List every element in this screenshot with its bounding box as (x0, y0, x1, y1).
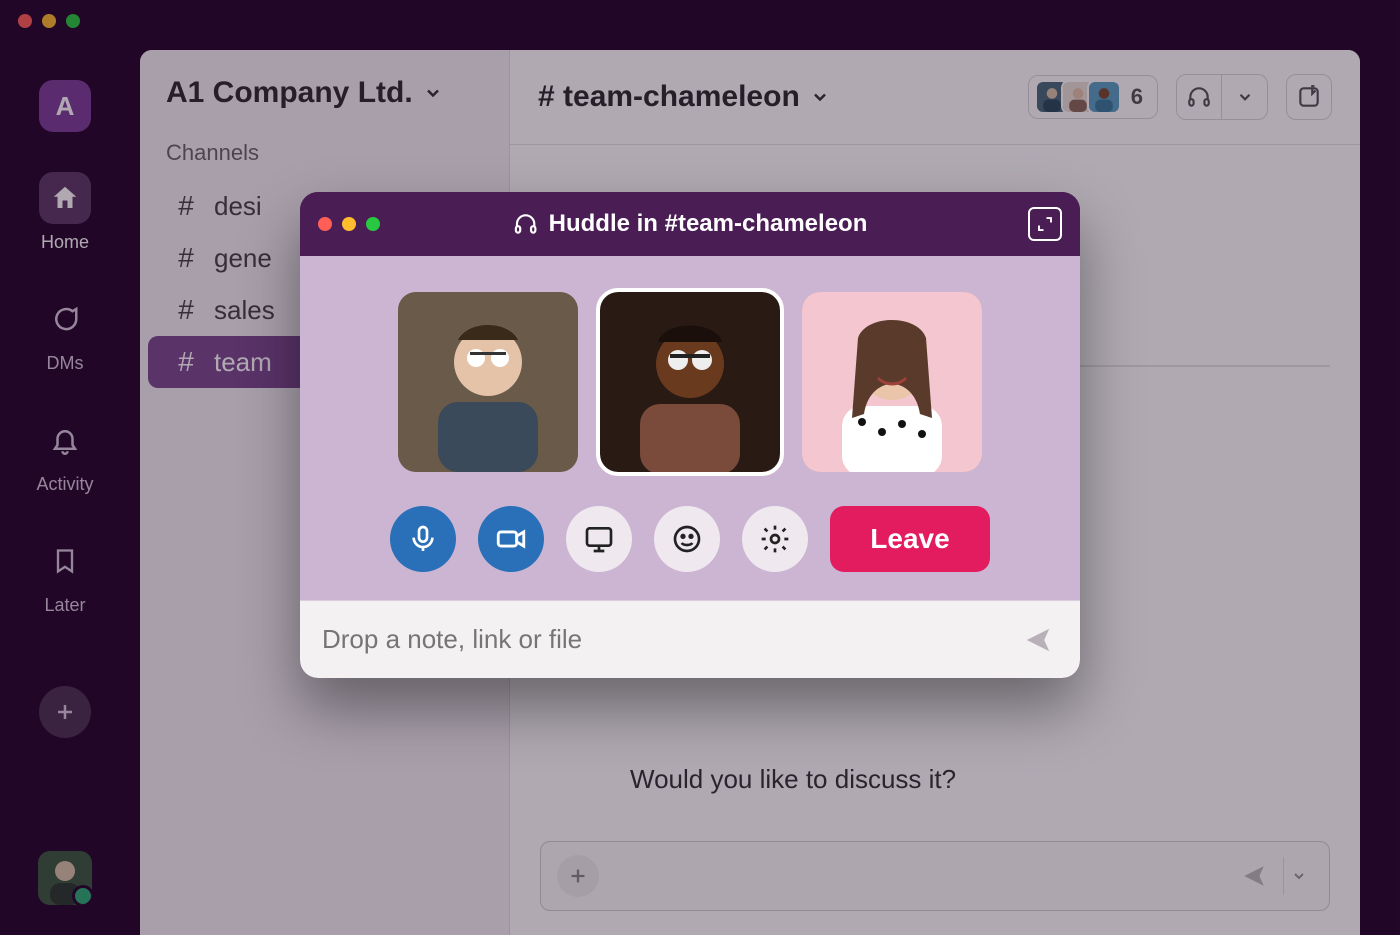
emoji-icon (671, 523, 703, 555)
huddle-body: Leave (300, 256, 1080, 600)
participant-tile[interactable] (600, 292, 780, 472)
huddle-window: Huddle in #team-chameleon (300, 192, 1080, 678)
close-window-dot[interactable] (318, 217, 332, 231)
camera-icon (494, 522, 528, 556)
participant-tile[interactable] (802, 292, 982, 472)
mic-icon (407, 523, 439, 555)
gear-icon (759, 523, 791, 555)
huddle-window-controls (318, 217, 380, 231)
minimize-window-dot[interactable] (342, 217, 356, 231)
maximize-window-dot[interactable] (366, 217, 380, 231)
huddle-participants (328, 292, 1052, 472)
huddle-expand-button[interactable] (1028, 207, 1062, 241)
huddle-settings-button[interactable] (742, 506, 808, 572)
app-root: A Home DMs Activity Later (0, 0, 1400, 935)
send-icon (1023, 625, 1053, 655)
huddle-note-composer (300, 600, 1080, 678)
huddle-title: Huddle in #team-chameleon (513, 210, 868, 238)
huddle-note-input[interactable] (322, 624, 1018, 655)
headphones-icon (513, 211, 539, 237)
expand-icon (1036, 215, 1054, 233)
screen-share-icon (583, 523, 615, 555)
huddle-controls: Leave (328, 506, 1052, 572)
participant-tile[interactable] (398, 292, 578, 472)
leave-label: Leave (870, 523, 949, 555)
huddle-header: Huddle in #team-chameleon (300, 192, 1080, 256)
camera-toggle-button[interactable] (478, 506, 544, 572)
huddle-title-text: Huddle in #team-chameleon (549, 210, 868, 238)
screen-share-button[interactable] (566, 506, 632, 572)
mic-toggle-button[interactable] (390, 506, 456, 572)
huddle-send-button[interactable] (1018, 620, 1058, 660)
emoji-reaction-button[interactable] (654, 506, 720, 572)
leave-huddle-button[interactable]: Leave (830, 506, 989, 572)
